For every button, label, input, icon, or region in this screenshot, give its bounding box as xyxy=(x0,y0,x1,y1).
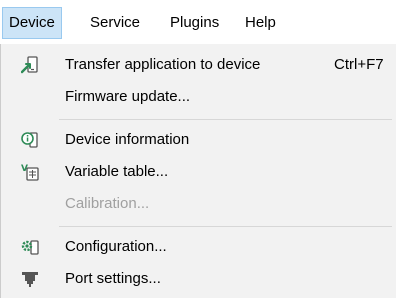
menu-item-label: Configuration... xyxy=(65,238,167,255)
menu-help-label: Help xyxy=(245,14,276,31)
variable-table-icon: V xyxy=(21,164,39,181)
menu-item-variable-table[interactable]: V Variable table... xyxy=(1,157,396,187)
menu-item-label: Variable table... xyxy=(65,163,169,180)
menu-item-transfer-application[interactable]: Transfer application to device Ctrl+F7 xyxy=(1,50,396,80)
menu-device-label: Device xyxy=(9,14,55,31)
menu-bar: Device Service Plugins Help xyxy=(0,0,396,44)
menu-item-configuration[interactable]: Configuration... xyxy=(1,232,396,262)
menu-item-label: Calibration... xyxy=(65,195,150,212)
menu-item-label: Device information xyxy=(65,131,190,148)
transfer-device-icon xyxy=(21,56,38,74)
device-dropdown-menu: Transfer application to device Ctrl+F7 F… xyxy=(0,44,396,298)
configuration-icon xyxy=(21,240,39,255)
menu-item-device-information[interactable]: Device information xyxy=(1,125,396,155)
menu-item-port-settings[interactable]: Port settings... xyxy=(1,264,396,294)
menu-plugins-label: Plugins xyxy=(170,14,220,31)
menu-item-label: Transfer application to device xyxy=(65,56,261,73)
menu-separator xyxy=(59,226,392,227)
menu-service-label: Service xyxy=(90,14,141,31)
menu-device[interactable]: Device xyxy=(2,7,62,39)
menu-service[interactable]: Service xyxy=(84,7,146,39)
menu-item-shortcut: Ctrl+F7 xyxy=(334,56,384,73)
menu-plugins[interactable]: Plugins xyxy=(164,7,225,39)
device-info-icon xyxy=(21,132,38,148)
menu-item-firmware-update[interactable]: Firmware update... xyxy=(1,82,396,112)
menu-separator xyxy=(59,119,392,120)
menu-item-calibration: Calibration... xyxy=(1,189,396,219)
menu-item-label: Firmware update... xyxy=(65,88,191,105)
menu-item-label: Port settings... xyxy=(65,270,161,287)
port-settings-icon xyxy=(22,272,38,287)
menu-help[interactable]: Help xyxy=(239,7,282,39)
